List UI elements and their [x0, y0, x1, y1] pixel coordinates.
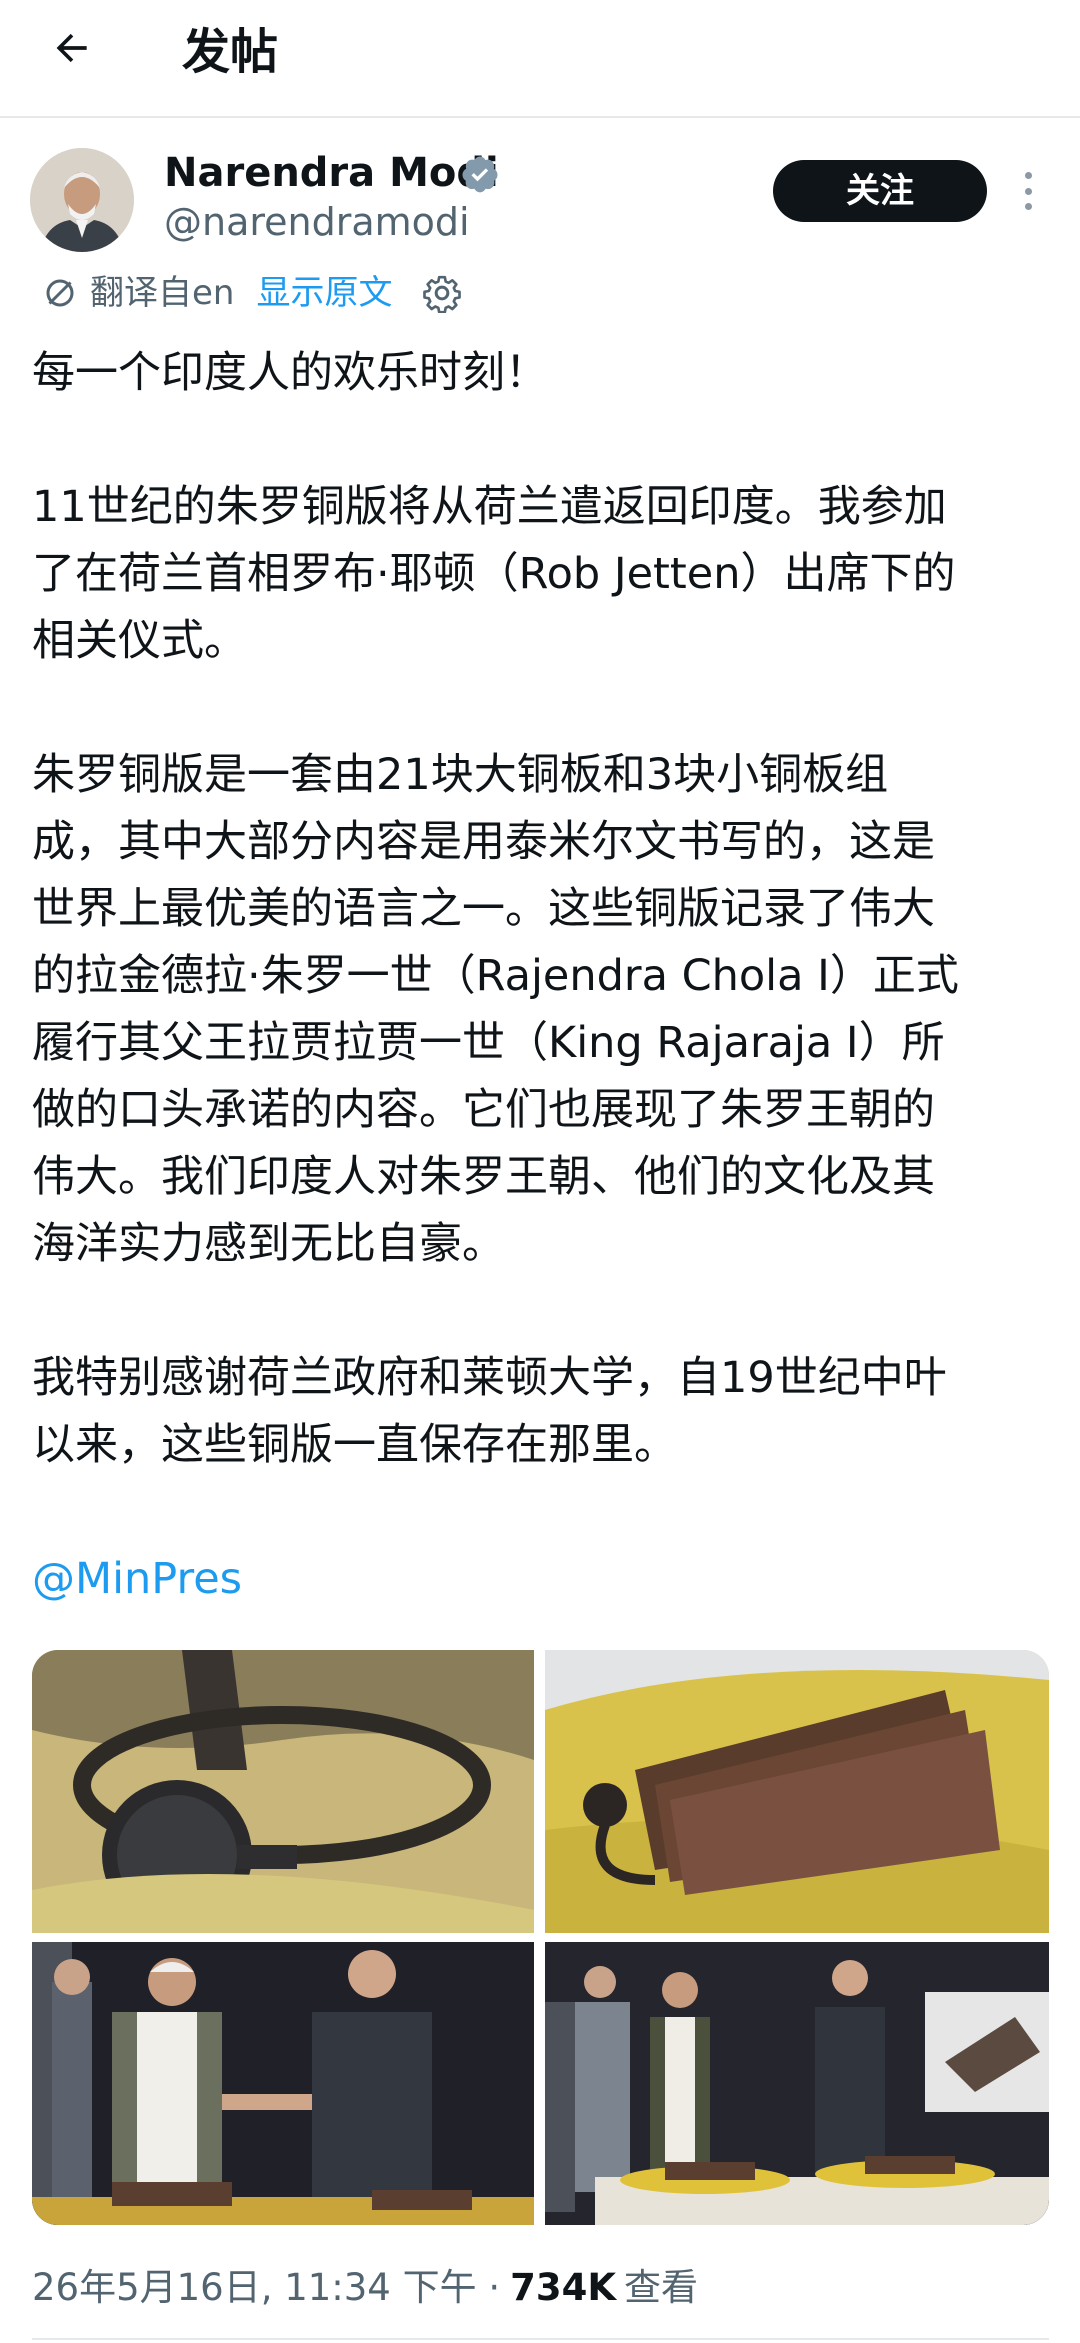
mention-link[interactable]: @MinPres: [32, 1546, 1052, 1613]
divider: [32, 2338, 1049, 2340]
translation-row: 翻译自en 显示原文: [42, 268, 462, 318]
tweet-paragraph: 11世纪的朱罗铜版将从荷兰遣返回印度。我参加 了在荷兰首相罗布·耶顿（Rob J…: [32, 482, 956, 666]
tweet-timestamp[interactable]: 26年5月16日, 11:34 下午 ·: [32, 2258, 500, 2318]
show-original-link[interactable]: 显示原文: [256, 268, 392, 318]
tweet-paragraph: 我特别感谢荷兰政府和莱顿大学，自19世纪中叶 以来，这些铜版一直保存在那里。: [32, 1353, 947, 1470]
arrow-left-icon: [56, 33, 87, 63]
media-grid: [32, 1650, 1049, 2225]
author-name[interactable]: Narendra Modi: [164, 148, 499, 198]
view-count[interactable]: 734K: [510, 2258, 616, 2318]
media-photo-4[interactable]: [545, 1942, 1049, 2225]
gear-icon[interactable]: [422, 273, 462, 313]
avatar[interactable]: [30, 148, 134, 252]
author-handle[interactable]: @narendramodi: [164, 198, 470, 246]
follow-button[interactable]: 关注: [773, 160, 987, 222]
media-photo-3[interactable]: [32, 1942, 534, 2225]
media-photo-1[interactable]: [32, 1650, 534, 1933]
tweet-body: 每一个印度人的欢乐时刻！ 11世纪的朱罗铜版将从荷兰遣返回印度。我参加 了在荷兰…: [32, 340, 1052, 1613]
view-count-label: 查看: [624, 2266, 699, 2309]
tweet-paragraph: 每一个印度人的欢乐时刻！: [32, 348, 548, 398]
more-vertical-icon[interactable]: [1010, 168, 1046, 214]
verified-badge-icon: [462, 156, 498, 193]
tweet-meta: 26年5月16日, 11:34 下午 · 734K 查看: [32, 2258, 698, 2318]
media-photo-2[interactable]: [545, 1650, 1049, 1933]
translated-from-label: 翻译自en: [90, 273, 235, 313]
back-button[interactable]: [44, 20, 100, 76]
page-title: 发帖: [182, 24, 279, 80]
tweet-paragraph: 朱罗铜版是一套由21块大铜板和3块小铜板组 成，其中大部分内容是用泰米尔文书写的…: [32, 750, 959, 1269]
translate-icon: [46, 279, 74, 307]
top-bar: 发帖: [0, 0, 1080, 118]
